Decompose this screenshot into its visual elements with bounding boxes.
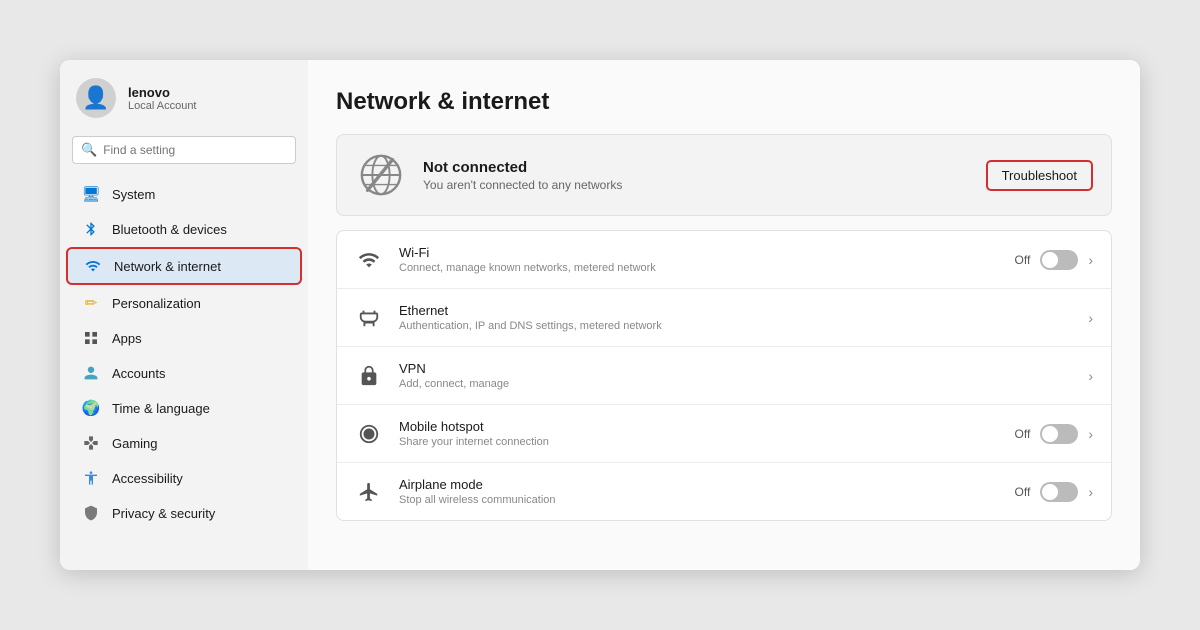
hotspot-sub: Share your internet connection	[399, 436, 999, 448]
wifi-toggle[interactable]	[1040, 250, 1078, 270]
ethernet-sub: Authentication, IP and DNS settings, met…	[399, 320, 1072, 332]
user-section[interactable]: 👤 lenovo Local Account	[60, 78, 308, 136]
wifi-row[interactable]: Wi-Fi Connect, manage known networks, me…	[337, 231, 1111, 289]
hotspot-row[interactable]: Mobile hotspot Share your internet conne…	[337, 405, 1111, 463]
gaming-icon	[82, 434, 100, 452]
hotspot-chevron-icon: ›	[1088, 426, 1093, 442]
search-icon: 🔍	[81, 142, 97, 158]
sidebar-item-accounts[interactable]: Accounts	[66, 356, 302, 390]
vpn-icon	[355, 362, 383, 390]
time-icon: 🌍	[82, 399, 100, 417]
airplane-sub: Stop all wireless communication	[399, 494, 999, 506]
accessibility-icon	[82, 469, 100, 487]
accounts-icon	[82, 364, 100, 382]
sidebar: 👤 lenovo Local Account 🔍 🖥 System Blueto…	[60, 60, 308, 570]
sidebar-item-gaming[interactable]: Gaming	[66, 426, 302, 460]
vpn-title: VPN	[399, 361, 1072, 376]
sidebar-item-label: Gaming	[112, 436, 158, 451]
wifi-toggle-label: Off	[1015, 253, 1031, 267]
hotspot-title: Mobile hotspot	[399, 419, 999, 434]
ethernet-row[interactable]: Ethernet Authentication, IP and DNS sett…	[337, 289, 1111, 347]
sidebar-item-label: Personalization	[112, 296, 201, 311]
connection-banner: Not connected You aren't connected to an…	[336, 134, 1112, 216]
ethernet-title: Ethernet	[399, 303, 1072, 318]
apps-icon	[82, 329, 100, 347]
sidebar-item-system[interactable]: 🖥 System	[66, 177, 302, 211]
vpn-sub: Add, connect, manage	[399, 378, 1072, 390]
ethernet-icon	[355, 304, 383, 332]
hotspot-toggle-label: Off	[1015, 427, 1031, 441]
sidebar-item-time[interactable]: 🌍 Time & language	[66, 391, 302, 425]
hotspot-toggle[interactable]	[1040, 424, 1078, 444]
sidebar-item-label: System	[112, 187, 155, 202]
wifi-title: Wi-Fi	[399, 245, 999, 260]
sidebar-item-label: Bluetooth & devices	[112, 222, 227, 237]
personalization-icon: ✏	[82, 294, 100, 312]
troubleshoot-button[interactable]: Troubleshoot	[986, 160, 1093, 191]
sidebar-item-accessibility[interactable]: Accessibility	[66, 461, 302, 495]
sidebar-item-label: Accounts	[112, 366, 165, 381]
vpn-row[interactable]: VPN Add, connect, manage ›	[337, 347, 1111, 405]
user-role: Local Account	[128, 100, 197, 112]
wifi-sub: Connect, manage known networks, metered …	[399, 262, 999, 274]
settings-card: Wi-Fi Connect, manage known networks, me…	[336, 230, 1112, 521]
sidebar-item-label: Time & language	[112, 401, 210, 416]
network-icon	[84, 257, 102, 275]
vpn-chevron-icon: ›	[1088, 368, 1093, 384]
connection-status: Not connected	[423, 159, 970, 176]
bluetooth-icon	[82, 220, 100, 238]
hotspot-icon	[355, 420, 383, 448]
avatar: 👤	[76, 78, 116, 118]
sidebar-item-network[interactable]: Network & internet	[66, 247, 302, 285]
airplane-chevron-icon: ›	[1088, 484, 1093, 500]
search-box[interactable]: 🔍	[72, 136, 296, 164]
sidebar-item-label: Privacy & security	[112, 506, 215, 521]
system-icon: 🖥	[82, 185, 100, 203]
page-title: Network & internet	[336, 88, 1112, 116]
privacy-icon	[82, 504, 100, 522]
sidebar-item-bluetooth[interactable]: Bluetooth & devices	[66, 212, 302, 246]
sidebar-item-personalization[interactable]: ✏ Personalization	[66, 286, 302, 320]
wifi-icon	[355, 246, 383, 274]
airplane-toggle-label: Off	[1015, 485, 1031, 499]
sidebar-item-label: Apps	[112, 331, 142, 346]
sidebar-item-label: Network & internet	[114, 259, 221, 274]
ethernet-chevron-icon: ›	[1088, 310, 1093, 326]
globe-icon	[355, 149, 407, 201]
settings-window: 👤 lenovo Local Account 🔍 🖥 System Blueto…	[60, 60, 1140, 570]
airplane-title: Airplane mode	[399, 477, 999, 492]
airplane-toggle[interactable]	[1040, 482, 1078, 502]
wifi-chevron-icon: ›	[1088, 252, 1093, 268]
nav-list: 🖥 System Bluetooth & devices Network & i…	[60, 176, 308, 570]
sidebar-item-label: Accessibility	[112, 471, 183, 486]
connection-description: You aren't connected to any networks	[423, 178, 970, 192]
search-input[interactable]	[103, 143, 287, 157]
user-name: lenovo	[128, 85, 197, 100]
sidebar-item-apps[interactable]: Apps	[66, 321, 302, 355]
sidebar-item-privacy[interactable]: Privacy & security	[66, 496, 302, 530]
main-content: Network & internet Not connected You are…	[308, 60, 1140, 570]
airplane-row[interactable]: Airplane mode Stop all wireless communic…	[337, 463, 1111, 520]
airplane-icon	[355, 478, 383, 506]
